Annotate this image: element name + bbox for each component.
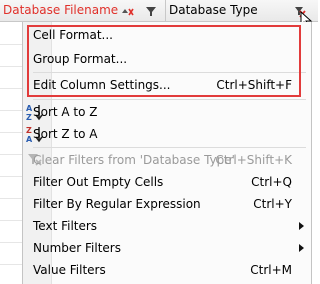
menu-item-text-filters[interactable]: Text Filters [23,215,312,237]
menu-item-filter-empty-cells[interactable]: Filter Out Empty Cells Ctrl+Q [23,171,312,193]
column-header-label: Database Filename [3,3,119,17]
menu-item-number-filters[interactable]: Number Filters [23,237,312,259]
menu-item-sort-z-to-a[interactable]: Z A Sort Z to A [23,123,312,145]
submenu-arrow-icon [299,244,304,252]
menu-separator [33,99,306,100]
menu-item-group-format[interactable]: Group Format... [23,48,312,70]
menu-item-value-filters[interactable]: Value Filters Ctrl+M [23,259,312,281]
menu-separator [33,147,306,148]
svg-text:Z: Z [26,126,32,135]
column-header-database-type[interactable]: Database Type [166,0,318,21]
submenu-arrow-icon [299,222,304,230]
svg-text:A: A [26,104,33,113]
menu-separator [33,72,306,73]
menu-item-clear-filters: Clear Filters from 'Database Type' Ctrl+… [23,149,312,171]
menu-item-cell-format[interactable]: Cell Format... [23,24,312,46]
svg-text:A: A [26,135,33,143]
filter-icon[interactable] [143,3,159,19]
grid-left-strip [0,22,22,283]
column-context-menu: Cell Format... Group Format... Edit Colu… [22,22,312,284]
column-header-row: Database Filename Database Type [0,0,318,29]
menu-item-sort-a-to-z[interactable]: A Z Sort A to Z [23,101,312,123]
column-header-label: Database Type [169,3,258,17]
menu-item-filter-regex[interactable]: Filter By Regular Expression Ctrl+Y [23,193,312,215]
column-header-database-filename[interactable]: Database Filename [0,0,166,21]
svg-text:Z: Z [26,113,32,121]
sort-icon[interactable] [119,3,135,19]
menu-item-edit-column-settings[interactable]: Edit Column Settings... Ctrl+Shift+F [23,74,312,96]
